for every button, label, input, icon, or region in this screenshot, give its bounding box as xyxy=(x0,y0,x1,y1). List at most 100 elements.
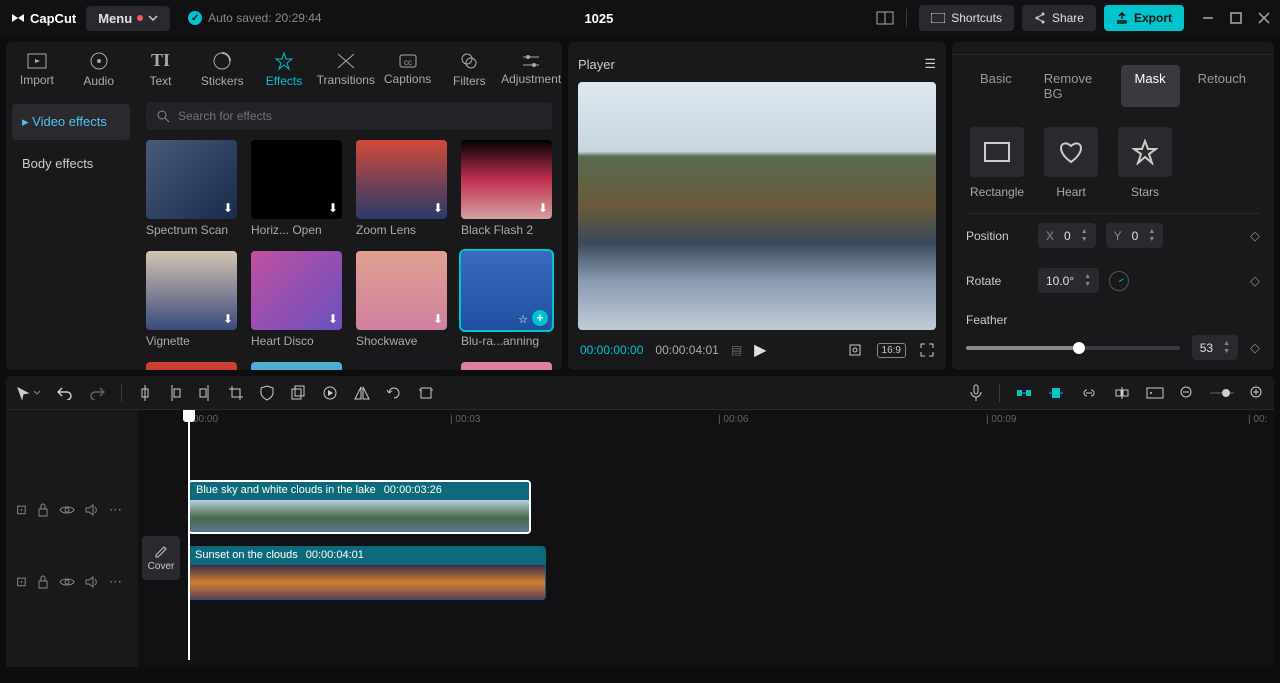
tab-captions[interactable]: ccCaptions xyxy=(377,42,439,96)
rotate-dial-icon[interactable] xyxy=(1109,271,1129,291)
track-lock-icon[interactable] xyxy=(37,575,49,589)
effect-item[interactable]: ⬇Horiz... Open xyxy=(251,140,342,237)
sidebar-video-effects[interactable]: ▸ Video effects xyxy=(12,104,130,140)
tab-adjustment[interactable]: Adjustment xyxy=(500,42,562,96)
subtab-mask[interactable]: Mask xyxy=(1121,65,1180,107)
tab-audio[interactable]: Audio xyxy=(68,42,130,96)
add-icon[interactable]: + xyxy=(532,310,548,326)
effect-item[interactable]: ⬇Shockwave xyxy=(356,251,447,348)
magnet-icon[interactable] xyxy=(1016,387,1032,399)
effect-item[interactable]: ☆+Blu-ra...anning xyxy=(461,251,552,348)
track-more-icon[interactable]: ⋯ xyxy=(109,502,122,518)
player-viewport[interactable] xyxy=(578,82,936,330)
position-y-input[interactable]: Y0▲▼ xyxy=(1106,223,1164,248)
maximize-button[interactable] xyxy=(1230,12,1242,24)
tracks-area[interactable]: 00:00 | 00:03 | 00:06 | 00:09 | 00: Cove… xyxy=(138,410,1274,667)
effect-item[interactable] xyxy=(251,362,342,370)
position-x-input[interactable]: X0▲▼ xyxy=(1038,223,1096,248)
mask-rectangle[interactable]: Rectangle xyxy=(970,127,1024,199)
play-button[interactable]: ▶ xyxy=(754,340,766,360)
sidebar-body-effects[interactable]: Body effects xyxy=(12,146,130,181)
split-left-tool[interactable] xyxy=(168,385,182,401)
keyframe-icon[interactable]: ◇ xyxy=(1250,273,1260,289)
cover-button[interactable]: Cover xyxy=(142,536,180,580)
shortcuts-button[interactable]: Shortcuts xyxy=(919,5,1014,31)
prop-tab-animation[interactable]: Animation xyxy=(1142,42,1228,55)
effect-item[interactable] xyxy=(356,362,447,370)
link-icon[interactable] xyxy=(1080,388,1098,398)
effect-item[interactable]: ⬇Heart Disco xyxy=(251,251,342,348)
tab-text[interactable]: TIText xyxy=(130,42,192,96)
timeline-clip[interactable]: Blue sky and white clouds in the lake00:… xyxy=(188,480,531,534)
search-input[interactable] xyxy=(146,102,552,130)
mirror-tool[interactable] xyxy=(354,386,370,400)
track-mute-icon[interactable] xyxy=(85,576,99,588)
zoom-in-icon[interactable] xyxy=(1250,386,1264,400)
prop-tab-speed[interactable]: Speed xyxy=(1076,42,1142,55)
track-lock-icon[interactable] xyxy=(37,503,49,517)
list-icon[interactable]: ▤ xyxy=(731,343,742,357)
track-expand-icon[interactable]: ⊡ xyxy=(16,574,27,590)
feather-input[interactable]: 53▲▼ xyxy=(1192,335,1238,360)
effect-item[interactable] xyxy=(461,362,552,370)
track-more-icon[interactable]: ⋯ xyxy=(109,574,122,590)
track-expand-icon[interactable]: ⊡ xyxy=(16,502,27,518)
mask-heart[interactable]: Heart xyxy=(1044,127,1098,199)
keyframe-icon[interactable]: ◇ xyxy=(1250,228,1260,244)
keyframe-icon[interactable]: ◇ xyxy=(1250,340,1260,356)
layout-icon[interactable] xyxy=(876,11,894,25)
feather-slider[interactable] xyxy=(966,346,1180,350)
duplicate-tool[interactable] xyxy=(290,385,306,401)
subtab-basic[interactable]: Basic xyxy=(966,65,1026,107)
prop-tab-tracking[interactable]: Tracking xyxy=(1228,42,1274,55)
undo-button[interactable] xyxy=(57,386,73,400)
tab-stickers[interactable]: Stickers xyxy=(191,42,253,96)
export-button[interactable]: Export xyxy=(1104,5,1184,31)
zoom-out-icon[interactable] xyxy=(1180,386,1194,400)
effect-item[interactable]: ⬇Spectrum Scan xyxy=(146,140,237,237)
speed-tool[interactable] xyxy=(322,385,338,401)
redo-button[interactable] xyxy=(89,386,105,400)
tab-import[interactable]: Import xyxy=(6,42,68,96)
project-title[interactable]: 1025 xyxy=(332,11,867,26)
timeline-ruler[interactable]: 00:00 | 00:03 | 00:06 | 00:09 | 00: xyxy=(138,410,1274,432)
subtab-removebg[interactable]: Remove BG xyxy=(1030,65,1117,107)
split-right-tool[interactable] xyxy=(198,385,212,401)
effect-item[interactable]: ⬇Black Flash 2 xyxy=(461,140,552,237)
mask-stars[interactable]: Stars xyxy=(1118,127,1172,199)
share-button[interactable]: Share xyxy=(1022,5,1096,31)
mic-icon[interactable] xyxy=(969,384,983,402)
prop-tab-video[interactable]: Video xyxy=(952,42,1015,55)
effect-item[interactable] xyxy=(146,362,237,370)
crop-icon[interactable] xyxy=(847,342,863,358)
effect-item[interactable]: ⬇Vignette xyxy=(146,251,237,348)
effect-item[interactable]: ⬇Zoom Lens xyxy=(356,140,447,237)
rotate-tool[interactable] xyxy=(386,385,402,401)
fullscreen-icon[interactable] xyxy=(920,343,934,357)
prop-tab-audio[interactable]: Audio xyxy=(1015,42,1076,55)
rotate-input[interactable]: 10.0°▲▼ xyxy=(1038,268,1099,293)
preview-icon[interactable] xyxy=(1146,387,1164,399)
minimize-button[interactable] xyxy=(1202,12,1214,24)
snap-icon[interactable] xyxy=(1048,386,1064,400)
timeline-clip[interactable]: Sunset on the clouds00:00:04:01 xyxy=(188,546,546,600)
player-menu-icon[interactable]: ☰ xyxy=(924,56,936,72)
close-button[interactable] xyxy=(1258,12,1270,24)
shield-tool[interactable] xyxy=(260,385,274,401)
tab-filters[interactable]: Filters xyxy=(438,42,500,96)
crop-tool[interactable] xyxy=(228,385,244,401)
track-mute-icon[interactable] xyxy=(85,504,99,516)
zoom-slider[interactable] xyxy=(1210,389,1234,397)
selection-tool[interactable] xyxy=(16,386,41,400)
playhead[interactable] xyxy=(188,410,190,660)
menu-button[interactable]: Menu xyxy=(86,6,170,31)
split-tool[interactable] xyxy=(138,385,152,401)
track-visibility-icon[interactable] xyxy=(59,577,75,587)
aspect-ratio[interactable]: 16:9 xyxy=(877,343,906,358)
align-icon[interactable] xyxy=(1114,386,1130,400)
track-visibility-icon[interactable] xyxy=(59,505,75,515)
tab-effects[interactable]: Effects xyxy=(253,42,315,96)
tab-transitions[interactable]: Transitions xyxy=(315,42,377,96)
frame-tool[interactable] xyxy=(418,385,434,401)
subtab-retouch[interactable]: Retouch xyxy=(1184,65,1260,107)
